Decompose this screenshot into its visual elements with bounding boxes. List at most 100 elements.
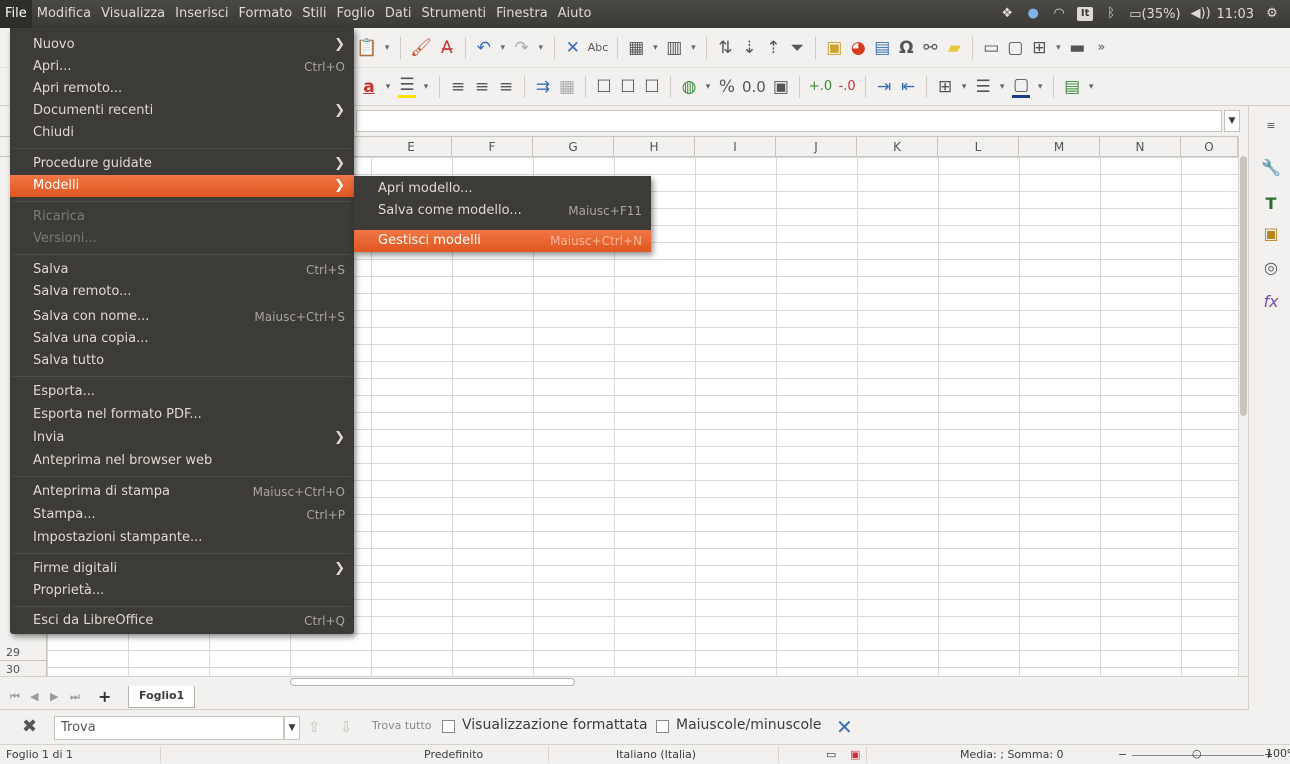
align-top-icon[interactable]: ☐ (595, 76, 613, 98)
add-decimal-icon[interactable]: +.0 (809, 76, 832, 98)
menu-item-esporta-pdf[interactable]: Esporta nel formato PDF... (10, 404, 354, 426)
menu-item-proprieta[interactable]: Proprietà... (10, 580, 354, 602)
menu-item-salva-tutto[interactable]: Salva tutto (10, 350, 354, 372)
menu-file[interactable]: File (0, 0, 32, 28)
chart-icon[interactable]: ◕ (849, 37, 867, 59)
align-left-icon[interactable]: ≡ (449, 76, 467, 98)
menu-inserisci[interactable]: Inserisci (170, 0, 233, 28)
delete-decimal-icon[interactable]: -.0 (838, 76, 856, 98)
styles-icon[interactable]: T (1261, 194, 1281, 214)
column-header[interactable]: I (695, 137, 776, 157)
wrap-text-icon[interactable]: ⇉ (534, 76, 552, 98)
font-color-icon[interactable]: a (360, 76, 378, 98)
menu-item-esci[interactable]: Esci da LibreOffice Ctrl+Q (10, 610, 354, 632)
menu-item-apri-remoto[interactable]: Apri remoto... (10, 78, 354, 100)
highlight-color-icon[interactable]: ☰ (398, 76, 416, 98)
menu-item-gestisci-modelli[interactable]: Gestisci modelli Maiusc+Ctrl+N (354, 230, 651, 252)
sort-ascending-icon[interactable]: ⇣ (740, 37, 758, 59)
border-style-icon[interactable]: ☰ (974, 76, 992, 98)
align-right-icon[interactable]: ≡ (497, 76, 515, 98)
borders-icon[interactable]: ⊞ (936, 76, 954, 98)
language-status[interactable]: Italiano (Italia) (616, 748, 696, 761)
highlight-dropdown-icon[interactable]: ▾ (422, 76, 430, 98)
sort-descending-icon[interactable]: ⇡ (764, 37, 782, 59)
row-header[interactable]: 30 (0, 661, 47, 676)
menu-aiuto[interactable]: Aiuto (553, 0, 597, 28)
zoom-out-icon[interactable]: − (1118, 748, 1127, 761)
menu-item-salva-remoto[interactable]: Salva remoto... (10, 281, 354, 303)
merge-cells-icon[interactable]: ▦ (558, 76, 576, 98)
properties-icon[interactable]: 🔧 (1261, 158, 1281, 178)
border-color-dropdown-icon[interactable]: ▾ (1036, 76, 1044, 98)
menu-item-salva[interactable]: Salva Ctrl+S (10, 259, 354, 281)
column-header[interactable]: G (533, 137, 614, 157)
horizontal-scrollbar[interactable] (0, 676, 1248, 686)
menu-item-apri-modello[interactable]: Apri modello... (354, 178, 651, 200)
wifi-icon[interactable]: ◠ (1051, 6, 1067, 22)
column-header[interactable]: J (776, 137, 857, 157)
align-center-icon[interactable]: ≡ (473, 76, 491, 98)
vertical-scrollbar[interactable] (1238, 136, 1248, 676)
currency-icon[interactable]: ◍ (680, 76, 698, 98)
menu-item-apri[interactable]: Apri... Ctrl+O (10, 56, 354, 78)
column-icon[interactable]: ▥ (665, 37, 683, 59)
menu-item-firme-digitali[interactable]: Firme digitali ❯ (10, 558, 354, 580)
find-history-dropdown[interactable]: ▼ (284, 716, 300, 740)
spelling-icon[interactable]: Abc (588, 37, 609, 59)
image-icon[interactable]: ▣ (825, 37, 843, 59)
undo-icon[interactable]: ↶ (475, 37, 493, 59)
menu-visualizza[interactable]: Visualizza (96, 0, 170, 28)
column-header[interactable]: H (614, 137, 695, 157)
zoom-slider-handle[interactable]: ○ (1192, 747, 1202, 760)
navigator-icon[interactable]: ◎ (1261, 258, 1281, 278)
more-icon[interactable]: » (1092, 37, 1110, 59)
menu-item-anteprima-stampa[interactable]: Anteprima di stampa Maiusc+Ctrl+O (10, 481, 354, 503)
menu-finestra[interactable]: Finestra (491, 0, 553, 28)
formatted-display-checkbox[interactable] (442, 720, 455, 733)
gallery-icon[interactable]: ▣ (1261, 224, 1281, 244)
increase-indent-icon[interactable]: ⇥ (875, 76, 893, 98)
percent-icon[interactable]: % (718, 76, 736, 98)
menu-item-anteprima-browser[interactable]: Anteprima nel browser web (10, 450, 354, 472)
clone-formatting-icon[interactable]: 🖌 (410, 37, 432, 59)
special-character-icon[interactable]: Ω (897, 37, 915, 59)
conditional-dropdown-icon[interactable]: ▾ (1087, 76, 1095, 98)
borders-dropdown-icon[interactable]: ▾ (960, 76, 968, 98)
menu-item-salva-come-modello[interactable]: Salva come modello... Maiusc+F11 (354, 200, 651, 222)
menu-strumenti[interactable]: Strumenti (417, 0, 492, 28)
horizontal-scroll-thumb[interactable] (290, 678, 575, 686)
chrome-icon[interactable]: ● (1025, 6, 1041, 22)
column-header[interactable]: L (938, 137, 1019, 157)
find-replace-icon[interactable]: ✕ (836, 715, 853, 739)
number-format-icon[interactable]: 0.0 (742, 76, 766, 98)
row-header[interactable]: 29 (0, 644, 47, 661)
functions-icon[interactable]: fx (1261, 292, 1281, 312)
font-color-dropdown-icon[interactable]: ▾ (384, 76, 392, 98)
column-header[interactable]: N (1100, 137, 1181, 157)
column-dropdown-icon[interactable]: ▾ (689, 37, 697, 59)
hyperlink-icon[interactable]: ⚯ (921, 37, 939, 59)
find-next-icon[interactable]: ⇩ (340, 718, 353, 736)
zoom-level[interactable]: 100% (1250, 747, 1290, 760)
menu-modifica[interactable]: Modifica (32, 0, 96, 28)
add-sheet-icon[interactable]: + (98, 687, 111, 706)
comment-icon[interactable]: ▰ (945, 37, 963, 59)
selection-mode-icon[interactable]: ▭ (826, 748, 836, 761)
formula-input[interactable] (356, 110, 1222, 132)
menu-item-stampa[interactable]: Stampa... Ctrl+P (10, 504, 354, 526)
menu-item-invia[interactable]: Invia ❯ (10, 427, 354, 449)
menu-foglio[interactable]: Foglio (331, 0, 379, 28)
freeze-dropdown-icon[interactable]: ▾ (1054, 37, 1062, 59)
clear-formatting-icon[interactable]: A̶ (438, 37, 456, 59)
find-all-button[interactable]: Trova tutto (372, 719, 432, 732)
align-middle-icon[interactable]: ☐ (619, 76, 637, 98)
split-window-icon[interactable]: ▬ (1068, 37, 1086, 59)
menu-formato[interactable]: Formato (234, 0, 298, 28)
column-header[interactable]: M (1019, 137, 1100, 157)
border-color-icon[interactable]: ▢ (1012, 76, 1031, 98)
page-style[interactable]: Predefinito (424, 748, 483, 761)
menu-item-modelli[interactable]: Modelli ❯ (10, 175, 354, 197)
autofilter-icon[interactable]: ⏷ (788, 37, 806, 59)
formula-expand-button[interactable]: ▼ (1224, 110, 1240, 132)
menu-item-procedure-guidate[interactable]: Procedure guidate ❯ (10, 153, 354, 175)
